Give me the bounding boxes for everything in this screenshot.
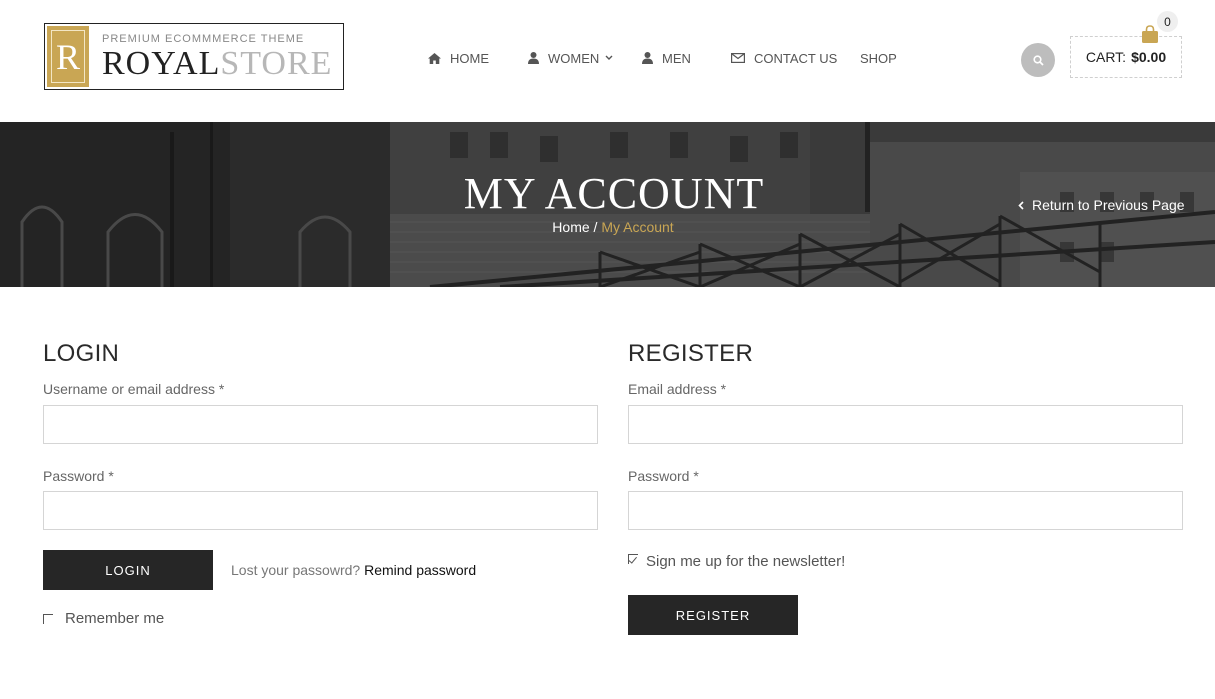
nav-women[interactable]: WOMEN (528, 48, 613, 68)
logo-word-secondary: STORE (220, 45, 333, 82)
login-username-label: Username or email address * (43, 381, 224, 397)
logo-word-primary: ROYAL (102, 45, 221, 82)
nav-men-label: MEN (662, 50, 691, 66)
cart-label: CART: (1085, 49, 1127, 65)
register-password-label: Password * (628, 468, 699, 484)
nav-contact-label: CONTACT US (754, 50, 838, 66)
return-previous-link[interactable]: Return to Previous Page (1018, 197, 1185, 213)
site-logo[interactable]: R PREMIUM ECOMMMERCE THEME ROYALSTORE (44, 23, 344, 90)
user-icon (528, 52, 539, 64)
user-icon (642, 52, 653, 64)
chevron-down-icon (605, 55, 613, 60)
login-username-input[interactable] (43, 405, 598, 444)
nav-contact-us[interactable]: CONTACT US (731, 48, 837, 68)
register-password-input[interactable] (628, 491, 1183, 530)
login-password-label-text: Password (43, 468, 105, 484)
nav-women-label: WOMEN (548, 50, 600, 66)
register-email-label: Email address * (628, 381, 726, 397)
shopping-bag-icon (1142, 25, 1158, 43)
search-icon (1032, 54, 1044, 66)
breadcrumb-home-link[interactable]: Home (552, 219, 589, 235)
breadcrumb: Home / My Account (0, 219, 1215, 235)
login-button[interactable]: LOGIN (43, 550, 213, 590)
required-mark: * (108, 468, 114, 484)
nav-home-label: HOME (450, 50, 489, 66)
breadcrumb-separator: / (589, 219, 602, 235)
search-button[interactable] (1021, 43, 1055, 77)
logo-mark: R (47, 26, 89, 87)
required-mark: * (693, 468, 699, 484)
login-password-input[interactable] (43, 491, 598, 530)
newsletter-label: Sign me up for the newsletter! (646, 553, 846, 570)
cart-count-badge: 0 (1157, 11, 1178, 32)
login-username-label-text: Username or email address (43, 381, 215, 397)
remind-password-link[interactable]: Remind password (364, 562, 476, 578)
register-password-label-text: Password (628, 468, 690, 484)
logo-initial: R (51, 30, 85, 83)
remember-me-box[interactable] (43, 613, 53, 624)
register-button[interactable]: REGISTER (628, 595, 798, 635)
register-email-label-text: Email address (628, 381, 717, 397)
register-email-input[interactable] (628, 405, 1183, 444)
page-banner: MY ACCOUNT Home / My Account Return to P… (0, 122, 1215, 287)
login-password-label: Password * (43, 468, 114, 484)
newsletter-checkbox[interactable]: Sign me up for the newsletter! (628, 553, 845, 570)
lost-password-row: Lost your passowrd? Remind password (231, 562, 476, 578)
nav-home[interactable]: HOME (428, 48, 489, 68)
logo-wordmark: ROYALSTORE (102, 44, 332, 84)
envelope-icon (731, 53, 745, 63)
return-previous-label: Return to Previous Page (1032, 197, 1185, 213)
home-icon (428, 52, 441, 64)
nav-shop[interactable]: SHOP (860, 48, 897, 68)
required-mark: * (218, 381, 225, 397)
nav-men[interactable]: MEN (642, 48, 691, 68)
nav-shop-label: SHOP (860, 50, 897, 66)
login-title: LOGIN (43, 340, 120, 367)
cart-button[interactable]: CART: $0.00 (1070, 36, 1182, 78)
newsletter-box[interactable] (628, 553, 638, 564)
remember-me-label: Remember me (65, 610, 165, 627)
register-title: REGISTER (628, 340, 754, 367)
site-header: R PREMIUM ECOMMMERCE THEME ROYALSTORE HO… (0, 0, 1215, 122)
chevron-left-icon (1018, 200, 1024, 210)
cart-total: $0.00 (1131, 49, 1167, 65)
required-mark: * (720, 381, 727, 397)
breadcrumb-current: My Account (601, 219, 674, 235)
remember-me-checkbox[interactable]: Remember me (43, 610, 164, 627)
lost-password-text: Lost your passowrd? (231, 562, 361, 578)
